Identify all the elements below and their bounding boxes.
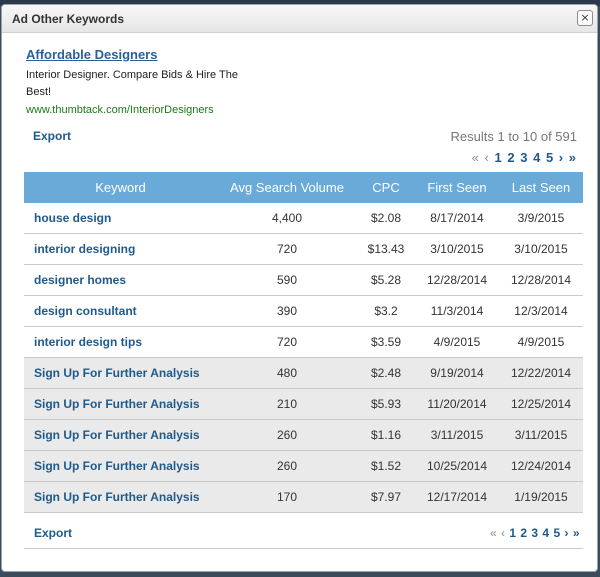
table-row-locked: Sign Up For Further Analysis 260 $1.52 1…: [24, 450, 583, 482]
first-page-icon[interactable]: «: [490, 526, 497, 540]
sign-up-link[interactable]: Sign Up For Further Analysis: [24, 357, 217, 389]
keyword-link[interactable]: interior designing: [24, 233, 217, 265]
cpc-cell: $3.59: [357, 326, 415, 358]
volume-cell: 390: [217, 295, 357, 327]
volume-cell: 720: [217, 326, 357, 358]
last-seen-cell: 3/11/2015: [499, 419, 583, 451]
first-seen-cell: 11/20/2014: [415, 388, 499, 420]
column-header-last-seen[interactable]: Last Seen: [499, 172, 583, 203]
volume-cell: 480: [217, 357, 357, 389]
table-row: design consultant 390 $3.2 11/3/2014 12/…: [24, 295, 583, 327]
ad-description: Interior Designer. Compare Bids & Hire T…: [26, 69, 238, 98]
last-seen-cell: 12/3/2014: [499, 295, 583, 327]
sign-up-link[interactable]: Sign Up For Further Analysis: [24, 481, 217, 513]
last-seen-cell: 3/10/2015: [499, 233, 583, 265]
sign-up-link[interactable]: Sign Up For Further Analysis: [24, 388, 217, 420]
results-count: Results 1 to 10 of 591: [450, 129, 577, 144]
next-page-icon[interactable]: ›: [564, 526, 568, 540]
keyword-link[interactable]: designer homes: [24, 264, 217, 296]
last-page-icon[interactable]: »: [569, 150, 576, 165]
first-seen-cell: 9/19/2014: [415, 357, 499, 389]
volume-cell: 170: [217, 481, 357, 513]
last-seen-cell: 12/25/2014: [499, 388, 583, 420]
sign-up-link[interactable]: Sign Up For Further Analysis: [24, 419, 217, 451]
cpc-cell: $1.16: [357, 419, 415, 451]
cpc-cell: $7.97: [357, 481, 415, 513]
table-row-locked: Sign Up For Further Analysis 210 $5.93 1…: [24, 388, 583, 420]
column-header-cpc[interactable]: CPC: [357, 172, 415, 203]
last-seen-cell: 12/24/2014: [499, 450, 583, 482]
sign-up-link[interactable]: Sign Up For Further Analysis: [24, 450, 217, 482]
volume-cell: 260: [217, 419, 357, 451]
volume-cell: 590: [217, 264, 357, 296]
column-header-first-seen[interactable]: First Seen: [415, 172, 499, 203]
keywords-table: Keyword Avg Search Volume CPC First Seen…: [24, 172, 583, 513]
ad-keywords-dialog: Ad Other Keywords × Affordable Designers…: [1, 4, 598, 572]
first-seen-cell: 3/10/2015: [415, 233, 499, 265]
keyword-link[interactable]: interior design tips: [24, 326, 217, 358]
last-seen-cell: 12/22/2014: [499, 357, 583, 389]
last-seen-cell: 4/9/2015: [499, 326, 583, 358]
table-row-locked: Sign Up For Further Analysis 480 $2.48 9…: [24, 357, 583, 389]
cpc-cell: $2.08: [357, 203, 415, 234]
column-header-keyword[interactable]: Keyword: [24, 172, 217, 203]
last-seen-cell: 12/28/2014: [499, 264, 583, 296]
cpc-cell: $1.52: [357, 450, 415, 482]
close-icon[interactable]: ×: [577, 10, 593, 26]
pagination-top: « ‹ 1 2 3 4 5 › »: [471, 150, 577, 165]
export-button-bottom[interactable]: Export: [34, 526, 72, 540]
cpc-cell: $5.93: [357, 388, 415, 420]
first-seen-cell: 12/17/2014: [415, 481, 499, 513]
ad-preview: Affordable Designers Interior Designer. …: [26, 47, 256, 116]
first-seen-cell: 3/11/2015: [415, 419, 499, 451]
page-link-1[interactable]: 1: [495, 150, 502, 165]
page-link-5[interactable]: 5: [553, 526, 560, 540]
volume-cell: 4,400: [217, 203, 357, 234]
cpc-cell: $3.2: [357, 295, 415, 327]
table-footer: Export « ‹ 1 2 3 4 5 › »: [24, 518, 583, 549]
page-link-2[interactable]: 2: [520, 526, 527, 540]
first-seen-cell: 8/17/2014: [415, 203, 499, 234]
dialog-title: Ad Other Keywords: [12, 12, 125, 26]
page-link-4[interactable]: 4: [542, 526, 549, 540]
volume-cell: 260: [217, 450, 357, 482]
table-row: house design 4,400 $2.08 8/17/2014 3/9/2…: [24, 203, 583, 234]
first-seen-cell: 11/3/2014: [415, 295, 499, 327]
table-row: interior design tips 720 $3.59 4/9/2015 …: [24, 326, 583, 358]
column-header-volume[interactable]: Avg Search Volume: [217, 172, 357, 203]
page-link-3[interactable]: 3: [531, 526, 538, 540]
prev-page-icon[interactable]: ‹: [485, 150, 489, 165]
next-page-icon[interactable]: ›: [559, 150, 563, 165]
table-header-row: Keyword Avg Search Volume CPC First Seen…: [24, 172, 583, 203]
cpc-cell: $5.28: [357, 264, 415, 296]
page-link-3[interactable]: 3: [520, 150, 527, 165]
first-seen-cell: 10/25/2014: [415, 450, 499, 482]
pagination-bottom: « ‹ 1 2 3 4 5 › »: [489, 526, 580, 540]
cpc-cell: $13.43: [357, 233, 415, 265]
page-link-1[interactable]: 1: [509, 526, 516, 540]
table-row: interior designing 720 $13.43 3/10/2015 …: [24, 233, 583, 265]
export-button-top[interactable]: Export: [33, 129, 71, 143]
volume-cell: 720: [217, 233, 357, 265]
last-page-icon[interactable]: »: [573, 526, 580, 540]
first-seen-cell: 4/9/2015: [415, 326, 499, 358]
page-link-5[interactable]: 5: [546, 150, 553, 165]
page-link-2[interactable]: 2: [507, 150, 514, 165]
ad-headline-link[interactable]: Affordable Designers: [26, 47, 256, 62]
volume-cell: 210: [217, 388, 357, 420]
first-seen-cell: 12/28/2014: [415, 264, 499, 296]
dialog-titlebar: Ad Other Keywords ×: [2, 5, 597, 33]
last-seen-cell: 3/9/2015: [499, 203, 583, 234]
ad-display-url: www.thumbtack.com/InteriorDesigners: [26, 104, 214, 116]
table-row-locked: Sign Up For Further Analysis 260 $1.16 3…: [24, 419, 583, 451]
keyword-link[interactable]: design consultant: [24, 295, 217, 327]
table-row: designer homes 590 $5.28 12/28/2014 12/2…: [24, 264, 583, 296]
page-link-4[interactable]: 4: [533, 150, 540, 165]
keyword-link[interactable]: house design: [24, 203, 217, 234]
prev-page-icon[interactable]: ‹: [501, 526, 505, 540]
first-page-icon[interactable]: «: [472, 150, 479, 165]
last-seen-cell: 1/19/2015: [499, 481, 583, 513]
table-row-locked: Sign Up For Further Analysis 170 $7.97 1…: [24, 481, 583, 513]
cpc-cell: $2.48: [357, 357, 415, 389]
